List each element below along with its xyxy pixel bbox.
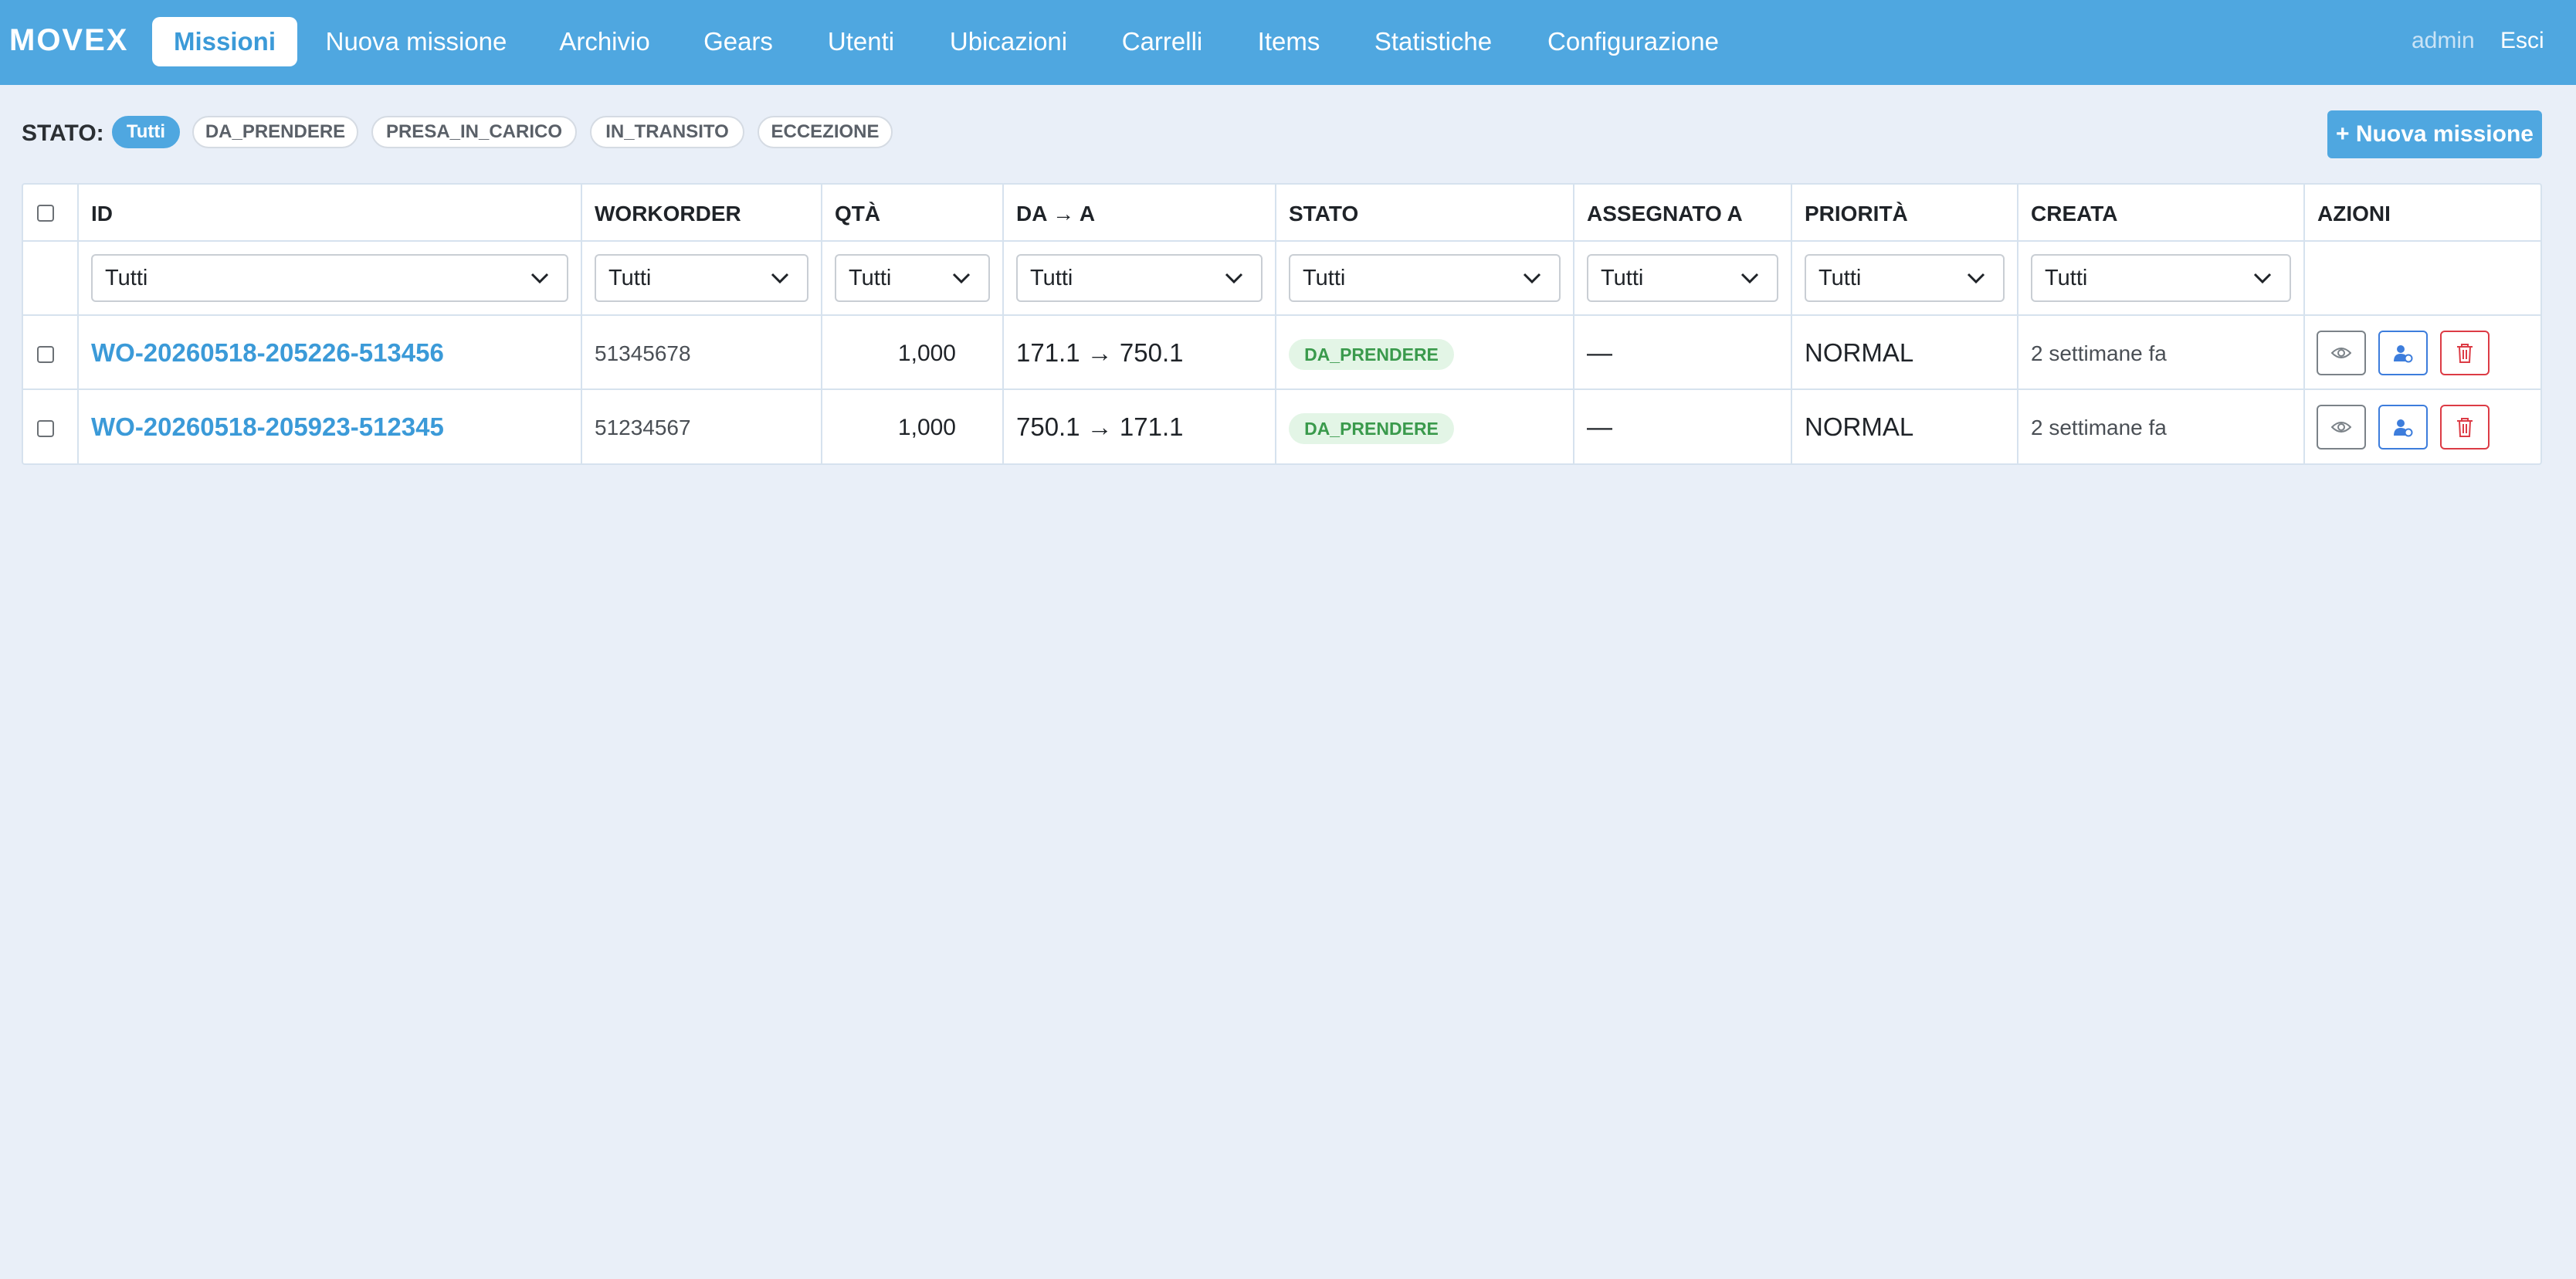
column-header-id[interactable]: ID	[91, 202, 113, 226]
qty-value: 1,000	[897, 341, 956, 366]
filter-select-qty[interactable]: Tutti	[835, 254, 990, 302]
column-divider	[77, 185, 79, 463]
row-checkbox[interactable]	[37, 420, 54, 437]
trash-icon	[2457, 344, 2473, 363]
user-assign-icon	[2394, 419, 2413, 437]
filter-select-value: Tutti	[105, 265, 148, 290]
delete-button[interactable]	[2440, 405, 2490, 450]
status-pill-tutti[interactable]: Tutti	[112, 116, 180, 148]
chevron-down-icon	[2253, 273, 2272, 284]
mission-id-link[interactable]: WO-20260518-205226-513456	[91, 338, 444, 368]
column-divider	[2017, 185, 2018, 463]
column-header-creata: CREATA	[2031, 202, 2118, 226]
assign-button[interactable]	[2378, 405, 2428, 450]
filter-select-assegnato[interactable]: Tutti	[1587, 254, 1778, 302]
nav-item-utenti[interactable]: Utenti	[819, 17, 903, 66]
workorder-value: 51345678	[595, 341, 691, 365]
column-divider	[1573, 185, 1574, 463]
nav-item-carrelli[interactable]: Carrelli	[1115, 17, 1209, 66]
chevron-down-icon	[1967, 273, 1985, 284]
assigned-value: —	[1587, 338, 1612, 367]
filter-select-value: Tutti	[2045, 265, 2088, 290]
chevron-down-icon	[1740, 273, 1759, 284]
filter-select-route[interactable]: Tutti	[1016, 254, 1263, 302]
column-divider	[821, 185, 822, 463]
filter-select-stato[interactable]: Tutti	[1289, 254, 1561, 302]
mission-id-link[interactable]: WO-20260518-205923-512345	[91, 412, 444, 442]
status-badge: DA_PRENDERE	[1289, 339, 1454, 370]
nav-item-items[interactable]: Items	[1246, 17, 1331, 66]
row-divider	[23, 240, 2540, 242]
column-divider	[581, 185, 582, 463]
current-user: admin	[2412, 28, 2475, 53]
assigned-value: —	[1587, 412, 1612, 441]
eye-icon	[2331, 422, 2351, 433]
column-header-azioni: AZIONI	[2317, 202, 2391, 226]
new-mission-button[interactable]: + Nuova missione	[2327, 110, 2542, 158]
filter-select-priorita[interactable]: Tutti	[1805, 254, 2005, 302]
delete-button[interactable]	[2440, 331, 2490, 375]
app-logo[interactable]: MOVEX	[9, 23, 128, 58]
column-divider	[1791, 185, 1792, 463]
view-button[interactable]	[2317, 405, 2366, 450]
chevron-down-icon	[1523, 273, 1541, 284]
created-value: 2 settimane fa	[2031, 416, 2167, 439]
nav-item-archivio[interactable]: Archivio	[548, 17, 661, 66]
workorder-value: 51234567	[595, 416, 691, 439]
row-checkbox[interactable]	[37, 346, 54, 363]
column-header-assegnato[interactable]: ASSEGNATO A	[1587, 202, 1743, 226]
filter-select-id[interactable]: Tutti	[91, 254, 568, 302]
column-header-route[interactable]: DA → A	[1016, 202, 1095, 226]
assign-button[interactable]	[2378, 331, 2428, 375]
qty-value: 1,000	[897, 415, 956, 440]
nav-item-statistiche[interactable]: Statistiche	[1367, 17, 1500, 66]
nav-item-gears[interactable]: Gears	[695, 17, 781, 66]
created-value: 2 settimane fa	[2031, 341, 2167, 365]
chevron-down-icon	[771, 273, 789, 284]
view-button[interactable]	[2317, 331, 2366, 375]
status-badge: DA_PRENDERE	[1289, 413, 1454, 444]
column-divider	[1002, 185, 1004, 463]
top-navbar: MOVEX Missioni Nuova missione Archivio G…	[0, 0, 2576, 85]
nav-item-missioni[interactable]: Missioni	[152, 17, 297, 66]
filter-select-value: Tutti	[608, 265, 652, 290]
chevron-down-icon	[952, 273, 971, 284]
status-pill-in-transito[interactable]: IN_TRANSITO	[590, 116, 744, 148]
nav-item-configurazione[interactable]: Configurazione	[1541, 17, 1726, 66]
chevron-down-icon	[1225, 273, 1243, 284]
eye-icon	[2331, 348, 2351, 358]
priority-value: NORMAL	[1805, 338, 1914, 367]
filter-select-value: Tutti	[1030, 265, 1073, 290]
nav-item-ubicazioni[interactable]: Ubicazioni	[941, 17, 1076, 66]
status-pill-presa-in-carico[interactable]: PRESA_IN_CARICO	[371, 116, 577, 148]
filter-select-creata[interactable]: Tutti	[2031, 254, 2291, 302]
column-header-workorder[interactable]: WORKORDER	[595, 202, 741, 226]
logout-link[interactable]: Esci	[2500, 28, 2544, 54]
filter-select-value: Tutti	[849, 265, 892, 290]
status-pill-eccezione[interactable]: ECCEZIONE	[758, 116, 893, 148]
row-divider	[23, 388, 2540, 390]
row-divider	[23, 314, 2540, 316]
route-value: 750.1 → 171.1	[1016, 412, 1184, 441]
status-filter-label: STATO:	[22, 120, 104, 146]
user-assign-icon	[2394, 345, 2413, 363]
priority-value: NORMAL	[1805, 412, 1914, 441]
filter-select-workorder[interactable]: Tutti	[595, 254, 808, 302]
nav-item-nuova-missione[interactable]: Nuova missione	[313, 17, 520, 66]
filter-select-value: Tutti	[1601, 265, 1644, 290]
column-header-qty[interactable]: QTÀ	[835, 202, 880, 226]
column-header-stato[interactable]: STATO	[1289, 202, 1358, 226]
column-header-priorita[interactable]: PRIORITÀ	[1805, 202, 1908, 226]
filter-select-value: Tutti	[1303, 265, 1346, 290]
status-pill-da-prendere[interactable]: DA_PRENDERE	[192, 116, 358, 148]
missions-table: ID WORKORDER QTÀ DA → A STATO ASSEGNATO …	[22, 183, 2542, 465]
trash-icon	[2457, 418, 2473, 437]
route-value: 171.1 → 750.1	[1016, 338, 1184, 367]
column-divider	[2303, 185, 2305, 463]
chevron-down-icon	[530, 273, 549, 284]
filter-select-value: Tutti	[1818, 265, 1862, 290]
select-all-checkbox[interactable]	[37, 205, 54, 222]
column-divider	[1275, 185, 1276, 463]
